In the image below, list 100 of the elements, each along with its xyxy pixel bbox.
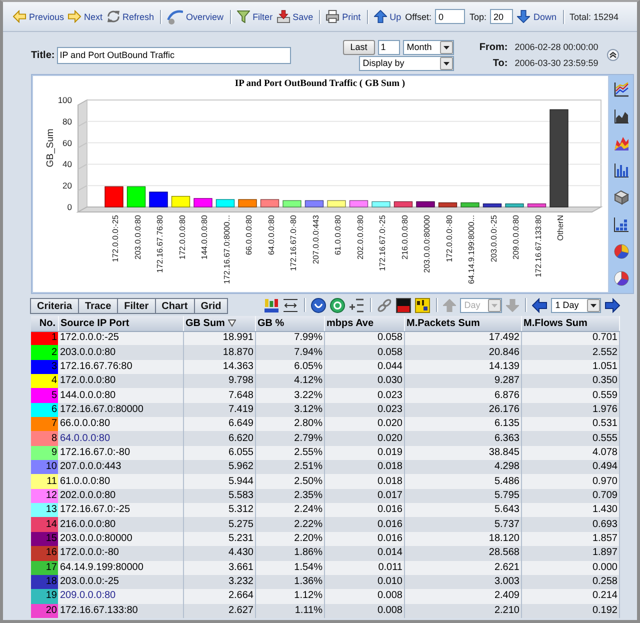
color-swatch-icon[interactable] bbox=[396, 298, 412, 312]
line-chart-icon[interactable] bbox=[614, 82, 628, 97]
table-cell: 4.12% bbox=[255, 374, 324, 388]
table-cell: 3.12% bbox=[255, 402, 324, 418]
row-number-cell: 13 bbox=[31, 503, 58, 518]
top-field[interactable]: 20 bbox=[490, 9, 514, 24]
table-cell: 2.50% bbox=[255, 474, 324, 489]
from-label: From: bbox=[478, 42, 508, 52]
save-icon bbox=[276, 10, 290, 23]
table-cell: 0.017 bbox=[324, 488, 404, 504]
right-arrow-icon[interactable] bbox=[605, 298, 620, 312]
top-label: Top: bbox=[469, 12, 486, 22]
ring-icon[interactable] bbox=[330, 298, 346, 312]
panel-tab[interactable]: Filter bbox=[117, 298, 156, 314]
column-header[interactable]: GB Sum bbox=[183, 316, 255, 331]
table-cell: 0.494 bbox=[521, 460, 619, 474]
table-cell: 1.976 bbox=[521, 402, 619, 418]
offset-field[interactable]: 0 bbox=[435, 9, 466, 24]
print-button[interactable]: Print bbox=[326, 8, 361, 26]
table-cell: 1.11% bbox=[255, 604, 324, 618]
table-cell: 18.120 bbox=[404, 532, 521, 546]
table-cell: 26.176 bbox=[404, 402, 521, 418]
table-cell: 1.12% bbox=[255, 589, 324, 604]
column-resize-icon[interactable] bbox=[283, 298, 298, 312]
category-label: 172.16.67.133:80 bbox=[534, 215, 543, 278]
bar bbox=[438, 202, 458, 208]
layered-area-chart-icon[interactable] bbox=[614, 136, 628, 151]
filter-button[interactable]: Filter bbox=[236, 8, 273, 26]
table-cell: 5.737 bbox=[404, 517, 521, 532]
left-arrow-icon[interactable] bbox=[532, 298, 548, 312]
table-cell: 216.0.0.0:80 bbox=[58, 517, 183, 532]
panel-tab[interactable]: Criteria bbox=[30, 298, 80, 314]
category-label: 202.0.0.0:80 bbox=[356, 215, 365, 260]
down-button[interactable]: Down bbox=[517, 8, 556, 26]
table-cell: 0.023 bbox=[324, 388, 404, 403]
last-button[interactable]: Last bbox=[342, 40, 375, 54]
title-field[interactable]: IP and Port OutBound Traffic bbox=[56, 46, 291, 64]
column-header[interactable]: Source IP Port bbox=[58, 316, 183, 331]
panel-tab[interactable]: Grid bbox=[194, 298, 228, 314]
table-cell: 17.492 bbox=[404, 331, 521, 346]
area-chart-icon[interactable] bbox=[614, 109, 628, 124]
row-number-cell: 9 bbox=[31, 446, 58, 460]
category-label: 172.16.67.0:8000... bbox=[222, 215, 232, 284]
caret-icon bbox=[440, 40, 453, 54]
pie-chart-icon[interactable] bbox=[614, 271, 628, 286]
table-cell: 1.54% bbox=[255, 560, 324, 575]
display-by-select[interactable]: Display by bbox=[358, 56, 454, 70]
count-field[interactable]: 1 bbox=[378, 40, 400, 54]
column-header[interactable]: No. bbox=[31, 316, 58, 331]
column-header[interactable]: mbps Ave bbox=[324, 316, 404, 331]
to-value: 2006-03-30 23:59:59 bbox=[514, 58, 600, 68]
bar bbox=[327, 200, 346, 208]
table-cell: 0.192 bbox=[521, 604, 619, 618]
bar bbox=[460, 202, 480, 208]
category-label: 172.16.67.0:-25 bbox=[378, 215, 387, 272]
bar bbox=[394, 201, 413, 208]
table-cell: 0.018 bbox=[324, 460, 404, 474]
refresh-button[interactable]: Refresh bbox=[106, 8, 154, 26]
table-cell: 20.846 bbox=[404, 345, 521, 360]
table-cell: 6.135 bbox=[404, 417, 521, 432]
bar bbox=[304, 200, 324, 208]
table-cell: 203.0.0.0:-25 bbox=[58, 574, 183, 590]
column-header[interactable]: GB % bbox=[255, 316, 324, 331]
table-cell: 2.79% bbox=[255, 431, 324, 446]
up-button[interactable]: Up bbox=[374, 8, 402, 26]
table-cell: 6.620 bbox=[183, 431, 255, 446]
category-label: 61.0.0.0:80 bbox=[334, 215, 342, 256]
plus-icon[interactable] bbox=[349, 298, 364, 312]
range-select[interactable]: 1 Day bbox=[551, 298, 602, 312]
colored-columns-icon[interactable] bbox=[264, 298, 280, 312]
table-cell: 0.693 bbox=[521, 517, 619, 532]
text-style-icon[interactable] bbox=[415, 298, 430, 312]
category-label: 66.0.0.0:80 bbox=[244, 215, 254, 256]
table-cell: 0.018 bbox=[324, 474, 404, 489]
table-cell: 7.99% bbox=[255, 331, 324, 346]
table-cell: 2.20% bbox=[255, 532, 324, 546]
table-cell: 64.14.9.199:80000 bbox=[58, 560, 183, 575]
table-cell: 0.019 bbox=[324, 446, 404, 460]
next-button[interactable]: Next bbox=[68, 8, 103, 26]
panel-tab[interactable]: Chart bbox=[154, 298, 195, 314]
row-number-cell: 2 bbox=[31, 345, 58, 360]
cube-icon[interactable] bbox=[614, 190, 628, 205]
collapse-icon[interactable] bbox=[606, 49, 619, 61]
category-label: 216.0.0.0:80 bbox=[400, 215, 410, 260]
disc-icon[interactable] bbox=[311, 298, 326, 312]
save-button[interactable]: Save bbox=[276, 8, 314, 26]
chart-title: IP and Port OutBound Traffic ( GB Sum ) bbox=[234, 79, 406, 89]
period-select[interactable]: Month bbox=[402, 40, 454, 54]
panel-tab[interactable]: Trace bbox=[78, 298, 118, 314]
column-header[interactable]: M.Packets Sum bbox=[404, 316, 521, 331]
column-header[interactable]: M.Flows Sum bbox=[521, 316, 619, 331]
block-chart-icon[interactable] bbox=[614, 217, 628, 232]
previous-button[interactable]: Previous bbox=[13, 8, 64, 26]
overview-button[interactable]: Overview bbox=[167, 8, 224, 26]
row-number-cell: 8 bbox=[31, 431, 58, 446]
table-cell: 0.008 bbox=[324, 589, 404, 604]
bar-chart-icon[interactable] bbox=[614, 163, 628, 178]
table-cell: 1.857 bbox=[521, 532, 619, 546]
table-cell: 28.568 bbox=[404, 546, 521, 560]
pie-chart-icon[interactable] bbox=[614, 244, 628, 259]
